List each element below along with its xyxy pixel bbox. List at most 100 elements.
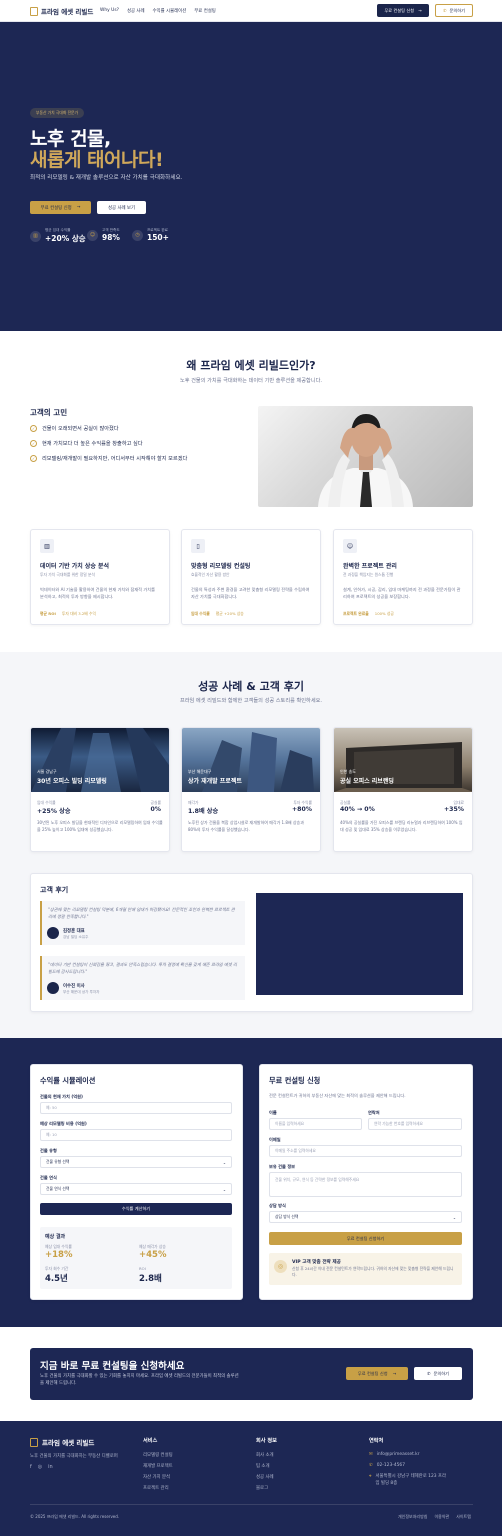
- building-age-select[interactable]: 건물 연식 선택 ⌄: [40, 1183, 232, 1195]
- top-nav: 프라임 에셋 리빌드 Why Us? 성공 사례 수익률 시뮬레이션 무료 컨설…: [0, 0, 502, 22]
- location-pin-icon: ⌖: [369, 1474, 372, 1479]
- footer-link[interactable]: 회사 소개: [256, 1452, 274, 1458]
- facebook-icon[interactable]: f: [30, 1464, 32, 1470]
- building-type-value: 건물 유형 선택: [46, 1159, 70, 1164]
- name-input[interactable]: 이름을 입력하세요: [269, 1118, 362, 1130]
- footer-phone[interactable]: ✆ 02-123-4567: [369, 1463, 405, 1468]
- chart-icon: ▥: [30, 230, 41, 242]
- sitemap-link[interactable]: 사이트맵: [456, 1514, 471, 1520]
- service-desc: 설계, 인허가, 시공, 감리, 임대 마케팅까지 전 과정을 전문가팀이 관리…: [343, 587, 461, 599]
- hero-consult-label: 무료 컨설팅 신청: [40, 205, 72, 211]
- vip-badge-icon: ◎: [274, 1260, 287, 1273]
- stressed-businessman-photo: [258, 406, 473, 507]
- case-desc: 40%의 공실률을 가진 오피스를 브랜딩 리뉴얼과 리브랜딩하여 100% 임…: [340, 820, 463, 832]
- hero-stat-satisfaction: ☺ 고객 만족도 98%: [87, 228, 120, 242]
- building-type-select[interactable]: 건물 유형 선택 ⌄: [40, 1156, 232, 1168]
- result-sale-value: +45%: [139, 1250, 167, 1260]
- phone-input[interactable]: 연락 가능한 번호를 입력하세요: [368, 1118, 462, 1130]
- phone-icon: ✆: [427, 1371, 431, 1376]
- stat-value: 150+: [147, 233, 169, 242]
- footer-divider: [30, 1504, 473, 1505]
- case-card-songdo[interactable]: 인천 송도 공실 오피스 리브랜딩 공실률 40% → 0% 임대료 +35% …: [333, 727, 473, 852]
- remodel-cost-label: 예상 리모델링 비용 (억원): [40, 1121, 87, 1126]
- nav-link-why[interactable]: Why Us?: [100, 8, 119, 14]
- case-card-gangnam[interactable]: 서울 강남구 30년 오피스 빌딩 리모델링 임대 수익률 +25% 상승 공실…: [30, 727, 170, 852]
- footer-link[interactable]: 성공 사례: [256, 1474, 274, 1480]
- footer-link[interactable]: 프로젝트 관리: [143, 1485, 169, 1491]
- cta-desc: 노후 건물의 가치를 극대화할 수 있는 기회를 놓치지 마세요. 프라임 에셋…: [40, 1374, 239, 1386]
- stat-value: +20% 상승: [45, 234, 86, 243]
- linkedin-icon[interactable]: in: [48, 1464, 53, 1470]
- case-metric1-value: 1.8배 상승: [188, 808, 219, 815]
- case-card-busan[interactable]: 부산 해운대구 상가 재개발 프로젝트 매각가 1.8배 상승 투자 수익률 +…: [181, 727, 321, 852]
- footer-link[interactable]: 재개발 프로젝트: [143, 1463, 173, 1469]
- nav-consult-label: 무료 컨설팅 신청: [384, 7, 415, 13]
- vip-desc: 신청 후 24시간 이내 전문 컨설턴트가 연락드립니다. 귀하의 자산에 맞는…: [292, 1266, 454, 1277]
- case-metric2-value: +35%: [444, 806, 464, 813]
- email-input[interactable]: 이메일 주소를 입력하세요: [269, 1145, 462, 1157]
- result-payback-value: 4.5년: [45, 1274, 68, 1284]
- service-desc: 건물의 특성과 주변 환경을 고려한 맞춤형 리모델링 전략을 수립하여 자산 …: [191, 587, 310, 599]
- cta-consult-button[interactable]: 무료 컨설팅 신청 →: [346, 1367, 408, 1380]
- nav-link-simulation[interactable]: 수익률 시뮬레이션: [153, 8, 187, 14]
- footer-link[interactable]: 팀 소개: [256, 1463, 270, 1469]
- check-circle-icon: ✓: [30, 425, 37, 432]
- cta-contact-label: 문의하기: [433, 1370, 449, 1376]
- footer-address-text: 서울특별시 강남구 테헤란로 123 프라임 빌딩 8층: [375, 1474, 446, 1486]
- hero-subtitle: 최적의 리모델링 & 재개발 솔루션으로 자산 가치를 극대화하세요.: [30, 175, 183, 181]
- mail-icon: ✉: [369, 1452, 373, 1457]
- terms-link[interactable]: 이용약관: [434, 1514, 449, 1520]
- building-info-textarea[interactable]: 건물 위치, 규모, 연식 등 간략한 정보를 입력해주세요: [269, 1172, 462, 1197]
- result-roi-label: ROI: [139, 1266, 146, 1271]
- service-subtitle: 투자 가치 극대화를 위한 정밀 분석: [40, 572, 95, 577]
- pain-text: 현재 가치보다 더 높은 수익률을 창출하고 싶다: [42, 441, 143, 447]
- consult-submit-button[interactable]: 무료 컨설팅 신청하기: [269, 1232, 462, 1245]
- method-value: 상담 방식 선택: [275, 1214, 299, 1219]
- instagram-icon[interactable]: ◎: [38, 1464, 42, 1470]
- arrow-right-icon: →: [418, 8, 422, 13]
- footer-link[interactable]: 블로그: [256, 1485, 268, 1491]
- footer-link[interactable]: 자산 가치 분석: [143, 1474, 170, 1480]
- nav-contact-button[interactable]: ✆ 문의하기: [435, 4, 473, 17]
- current-value-label: 건물의 현재 가치 (억원): [40, 1094, 83, 1099]
- privacy-link[interactable]: 개인정보처리방침: [398, 1514, 427, 1520]
- review-item: "데이터 기반 컨설팅이 신뢰감을 줬고, 결과도 만족스럽습니다. 투자 결정…: [40, 956, 245, 1000]
- brand-name: 프라임 에셋 리빌드: [41, 8, 94, 16]
- method-select[interactable]: 상담 방식 선택 ⌄: [269, 1211, 462, 1223]
- review-video-placeholder[interactable]: [256, 893, 463, 995]
- case-title: 공실 오피스 리브랜딩: [340, 778, 394, 785]
- result-rent-value: +18%: [45, 1250, 73, 1260]
- result-roi-value: 2.8배: [139, 1274, 162, 1284]
- avatar: [47, 927, 59, 939]
- brand-logo[interactable]: 프라임 에셋 리빌드: [30, 6, 93, 16]
- phone-icon: ✆: [369, 1463, 373, 1468]
- service-card-remodeling: ▯ 맞춤형 리모델링 컨설팅 효율적인 자산 활용 방안 건물의 특성과 주변 …: [181, 529, 321, 625]
- service-card-management: ☺ 완벽한 프로젝트 관리 전 과정을 책임지는 원스톱 진행 설계, 인허가,…: [333, 529, 473, 625]
- current-value-input[interactable]: 예: 50: [40, 1102, 232, 1114]
- calculate-button[interactable]: 수익률 계산하기: [40, 1203, 232, 1215]
- chart-icon: ▥: [40, 539, 54, 553]
- nav-link-cases[interactable]: 성공 사례: [127, 8, 145, 14]
- clock-icon: ◷: [132, 229, 143, 241]
- nav-consult-button[interactable]: 무료 컨설팅 신청 →: [377, 4, 429, 17]
- footer-brand-name: 프라임 에셋 리빌드: [42, 1439, 95, 1447]
- vip-title: VIP 고객 맞춤 전략 제공: [292, 1260, 341, 1265]
- stat-value: 98%: [102, 233, 120, 242]
- footer-company-title: 회사 정보: [256, 1438, 277, 1444]
- arrow-right-icon: →: [76, 205, 81, 210]
- case-title: 상가 재개발 프로젝트: [188, 778, 242, 785]
- nav-link-consult[interactable]: 무료 컨설팅: [194, 8, 216, 14]
- cta-contact-button[interactable]: ✆ 문의하기: [414, 1367, 462, 1380]
- review-title: 고객 후기: [40, 886, 69, 894]
- footer-email[interactable]: ✉ info@primeasset.kr: [369, 1452, 420, 1457]
- service-footnote: 프로젝트 완료율 100% 성공: [343, 611, 394, 617]
- footer-brand[interactable]: 프라임 에셋 리빌드: [30, 1437, 94, 1447]
- case-metric1-value: 40% → 0%: [340, 806, 375, 813]
- footnote-label: 임대 수익률: [191, 611, 210, 616]
- remodel-cost-input[interactable]: 예: 10: [40, 1129, 232, 1141]
- footer-link[interactable]: 리모델링 컨설팅: [143, 1452, 173, 1458]
- footnote-label: 프로젝트 완료율: [343, 611, 369, 616]
- simulation-title: 수익률 시뮬레이션: [40, 1076, 96, 1085]
- hero-cases-button[interactable]: 성공 사례 보기: [97, 201, 146, 214]
- hero-consult-button[interactable]: 무료 컨설팅 신청 →: [30, 201, 91, 214]
